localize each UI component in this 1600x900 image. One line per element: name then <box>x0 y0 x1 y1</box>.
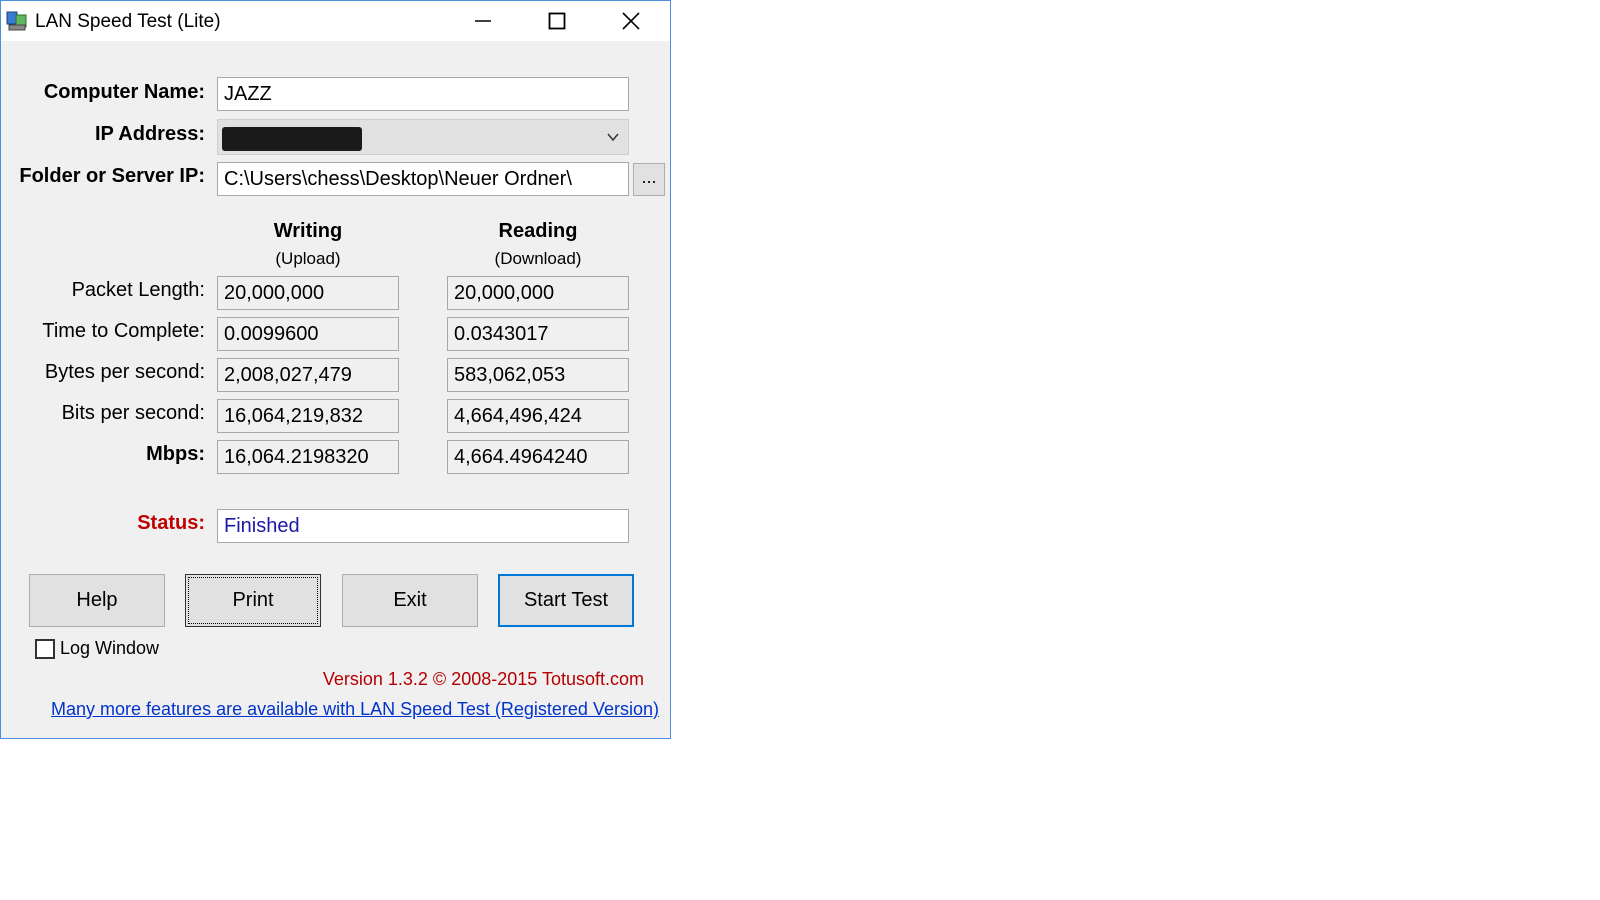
chevron-down-icon <box>607 133 619 142</box>
close-button[interactable] <box>595 1 667 41</box>
minimize-button[interactable] <box>447 1 519 41</box>
bytes-per-second-writing: 2,008,027,479 <box>217 358 399 392</box>
time-to-complete-writing: 0.0099600 <box>217 317 399 351</box>
reading-subtitle: (Download) <box>494 249 582 268</box>
help-button-label: Help <box>76 589 118 611</box>
close-icon <box>622 12 640 30</box>
app-window: LAN Speed Test (Lite) Computer Name: JAZ… <box>0 0 671 739</box>
version-text: Version 1.3.2 © 2008-2015 Totusoft.com <box>322 669 644 689</box>
maximize-button[interactable] <box>521 1 593 41</box>
start-test-button[interactable]: Start Test <box>498 574 634 627</box>
folder-path-field[interactable]: C:\Users\chess\Desktop\Neuer Ordner\ <box>217 162 629 196</box>
writing-title: Writing <box>273 220 343 242</box>
help-button[interactable]: Help <box>29 574 165 627</box>
app-icon <box>6 11 27 31</box>
exit-button[interactable]: Exit <box>342 574 478 627</box>
bits-per-second-writing: 16,064,219,832 <box>217 399 399 433</box>
browse-button[interactable]: ... <box>633 163 665 196</box>
ip-address-combo[interactable] <box>217 119 629 155</box>
ip-address-label: IP Address: <box>94 123 205 145</box>
time-to-complete-reading: 0.0343017 <box>447 317 629 351</box>
maximize-icon <box>548 12 566 30</box>
print-button[interactable]: Print <box>185 574 321 627</box>
reading-header: Reading (Download) <box>447 220 629 269</box>
writing-header: Writing (Upload) <box>217 220 399 269</box>
time-to-complete-label: Time to Complete: <box>42 320 205 342</box>
computer-name-field[interactable]: JAZZ <box>217 77 629 111</box>
title-bar[interactable]: LAN Speed Test (Lite) <box>1 1 670 41</box>
mbps-writing: 16,064.2198320 <box>217 440 399 474</box>
window-title: LAN Speed Test (Lite) <box>35 11 221 32</box>
packet-length-label: Packet Length: <box>71 279 205 301</box>
log-window-checkbox[interactable] <box>35 639 55 659</box>
packet-length-reading: 20,000,000 <box>447 276 629 310</box>
reading-title: Reading <box>498 220 578 242</box>
mbps-label: Mbps: <box>146 443 205 465</box>
bytes-per-second-reading: 583,062,053 <box>447 358 629 392</box>
computer-name-label: Computer Name: <box>43 81 205 103</box>
bits-per-second-reading: 4,664,496,424 <box>447 399 629 433</box>
registered-version-link[interactable]: Many more features are available with LA… <box>51 699 659 720</box>
redacted-ip-value <box>222 127 362 151</box>
exit-button-label: Exit <box>393 589 427 611</box>
start-test-button-label: Start Test <box>523 589 609 611</box>
folder-label: Folder or Server IP: <box>19 165 205 187</box>
packet-length-writing: 20,000,000 <box>217 276 399 310</box>
status-label: Status: <box>137 512 205 534</box>
writing-subtitle: (Upload) <box>275 249 341 268</box>
bytes-per-second-label: Bytes per second: <box>44 361 205 383</box>
mbps-reading: 4,664.4964240 <box>447 440 629 474</box>
status-field: Finished <box>217 509 629 543</box>
minimize-icon <box>475 20 491 22</box>
bits-per-second-label: Bits per second: <box>61 402 205 424</box>
log-window-label[interactable]: Log Window <box>60 638 159 659</box>
focus-rectangle <box>188 577 318 624</box>
